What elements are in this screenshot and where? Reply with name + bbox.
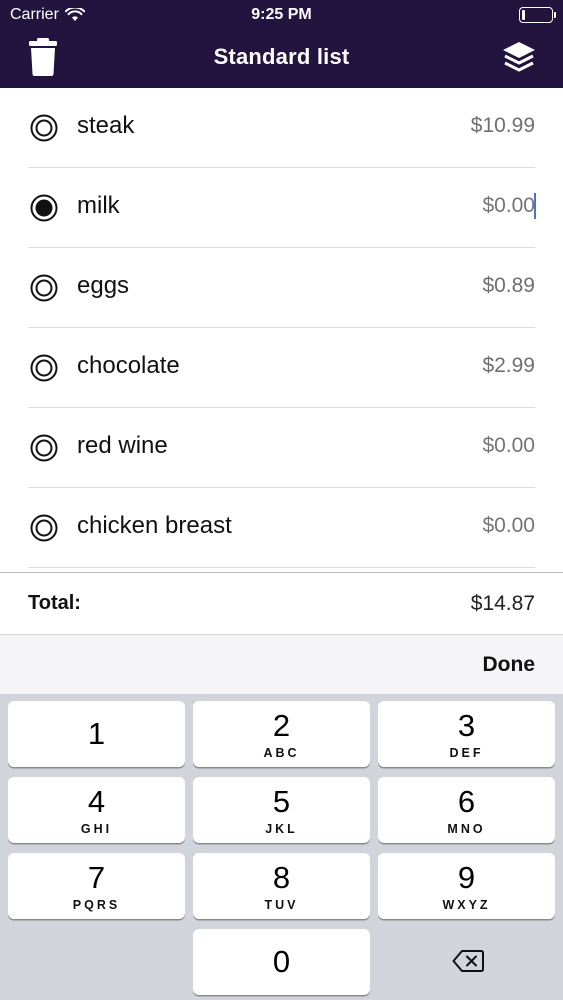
item-name: eggs	[77, 272, 130, 299]
key-6[interactable]: 6 MNO	[378, 777, 555, 843]
item-price-input[interactable]	[395, 514, 535, 538]
done-button[interactable]: Done	[483, 653, 536, 677]
item-price-input[interactable]	[395, 354, 535, 378]
list-item[interactable]: eggs	[0, 248, 563, 328]
total-label: Total:	[28, 592, 81, 614]
radio-unselected-icon[interactable]	[30, 434, 58, 462]
item-name: chocolate	[77, 352, 180, 379]
nav-bar: Standard list	[0, 30, 563, 88]
header: Carrier 9:25 PM Standard list	[0, 0, 563, 88]
key-digit: 9	[457, 860, 476, 895]
key-digit: 2	[272, 708, 291, 743]
key-3[interactable]: 3 DEF	[378, 701, 555, 767]
list-item[interactable]: milk	[0, 168, 563, 248]
item-name: red wine	[77, 432, 168, 459]
total-bar: Total: $14.87	[0, 572, 563, 634]
key-letters: TUV	[264, 898, 299, 912]
text-caret	[534, 193, 536, 219]
list-item[interactable]: steak	[0, 88, 563, 168]
item-price-input[interactable]	[395, 114, 535, 138]
radio-unselected-icon[interactable]	[30, 274, 58, 302]
layers-icon	[503, 42, 535, 72]
item-price-input[interactable]	[395, 274, 535, 298]
item-name: steak	[77, 112, 135, 139]
list-item[interactable]: chicken breast	[0, 488, 563, 568]
page-title: Standard list	[213, 44, 350, 69]
key-digit: 4	[87, 784, 106, 819]
status-bar: Carrier 9:25 PM	[0, 0, 563, 30]
radio-unselected-icon[interactable]	[30, 514, 58, 542]
key-5[interactable]: 5 JKL	[193, 777, 370, 843]
battery-level	[522, 10, 525, 20]
key-letters: PQRS	[72, 898, 121, 912]
key-digit: 6	[457, 784, 476, 819]
key-1[interactable]: 1	[8, 701, 185, 767]
battery-icon	[519, 7, 556, 23]
list-item[interactable]: red wine	[0, 408, 563, 488]
key-letters: WXYZ	[442, 898, 491, 912]
key-digit: 1	[87, 716, 106, 751]
key-7[interactable]: 7 PQRS	[8, 853, 185, 919]
item-name: chicken breast	[77, 512, 232, 539]
radio-unselected-icon[interactable]	[30, 114, 58, 142]
key-0[interactable]: 0	[193, 929, 370, 995]
number-keypad: 1 2 ABC 3 DEF 4 GHI 5 JKL 6 MNO 7 PQRS 8 TUV 9 WXYZ 0	[0, 694, 563, 1000]
key-letters: DEF	[449, 746, 484, 760]
key-digit: 5	[272, 784, 291, 819]
item-name: milk	[77, 192, 120, 219]
item-list: steak milk eggs chocolate red wine chicken br…	[0, 88, 563, 572]
item-price-input[interactable]	[395, 194, 535, 218]
radio-unselected-icon[interactable]	[30, 354, 58, 382]
radio-selected-icon[interactable]	[30, 194, 58, 222]
key-digit: 8	[272, 860, 291, 895]
key-4[interactable]: 4 GHI	[8, 777, 185, 843]
status-time: 9:25 PM	[251, 6, 312, 23]
key-2[interactable]: 2 ABC	[193, 701, 370, 767]
key-letters: ABC	[263, 746, 300, 760]
key-letters: MNO	[447, 822, 486, 836]
item-price-input[interactable]	[395, 434, 535, 458]
backspace-key[interactable]	[378, 929, 555, 995]
key-letters: GHI	[80, 822, 113, 836]
key-8[interactable]: 8 TUV	[193, 853, 370, 919]
key-digit: 0	[272, 944, 291, 979]
key-digit: 7	[87, 860, 106, 895]
key-letters: JKL	[265, 822, 298, 836]
keyboard-toolbar: Done	[0, 634, 563, 694]
key-9[interactable]: 9 WXYZ	[378, 853, 555, 919]
lists-button[interactable]	[501, 40, 537, 76]
total-value: $14.87	[470, 592, 535, 615]
backspace-icon	[452, 950, 484, 972]
list-item[interactable]: chocolate	[0, 328, 563, 408]
key-digit: 3	[457, 708, 476, 743]
key-empty-slot	[8, 929, 185, 995]
